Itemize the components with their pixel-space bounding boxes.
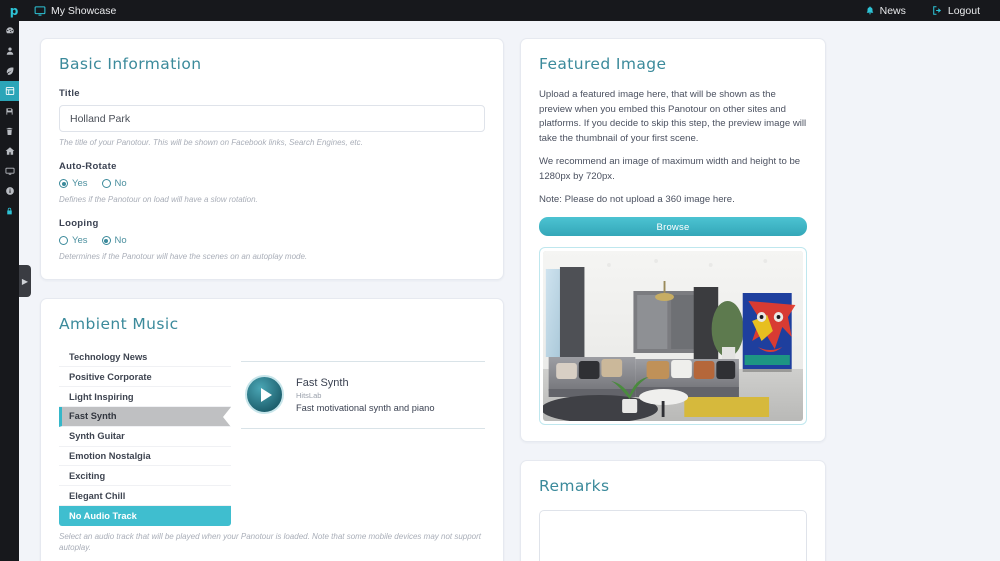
sidebar-item-dashboard[interactable]: [0, 21, 19, 41]
track-list-item[interactable]: Fast Synth: [59, 406, 231, 427]
topbar-actions: News Logout: [859, 0, 1000, 21]
featured-image-card: Featured Image Upload a featured image h…: [520, 38, 826, 443]
auto-rotate-group: Auto-Rotate Yes No Defines if the Panoto…: [59, 161, 485, 205]
ambient-music-hint: Select an audio track that will be playe…: [59, 531, 482, 552]
title-field-hint: The title of your Panotour. This will be…: [59, 138, 363, 147]
logout-icon: [932, 5, 943, 16]
home-icon: [5, 146, 15, 156]
title-input[interactable]: Holland Park: [59, 105, 485, 132]
looping-no[interactable]: No: [101, 235, 127, 247]
living-room-illustration: [543, 251, 803, 422]
featured-image-paragraph-2: We recommend an image of maximum width a…: [539, 156, 801, 182]
showcase-icon: [5, 86, 15, 96]
monitor-icon: [5, 166, 15, 176]
auto-rotate-options: Yes No: [59, 178, 485, 189]
remarks-title: Remarks: [539, 477, 610, 496]
looping-yes-label: Yes: [72, 235, 88, 247]
title-input-value: Holland Park: [70, 112, 131, 125]
track-detail-text: Fast Synth HitsLab Fast motivational syn…: [296, 377, 435, 413]
track-list-item[interactable]: Positive Corporate: [59, 367, 231, 388]
looping-options: Yes No: [59, 235, 485, 246]
browse-button[interactable]: Browse: [539, 217, 807, 237]
monitor-icon: [34, 5, 46, 17]
news-button[interactable]: News: [859, 0, 912, 21]
basic-information-title: Basic Information: [59, 55, 202, 73]
left-sidebar: [0, 21, 19, 561]
remarks-card: Remarks Private. Will not be made public…: [520, 460, 826, 561]
looping-no-label: No: [114, 235, 127, 247]
save-icon: [5, 107, 14, 116]
radio-icon-selected[interactable]: [101, 236, 111, 246]
sidebar-item-trash[interactable]: [0, 121, 19, 141]
left-column: Basic Information Title Holland Park The…: [40, 38, 504, 561]
basic-information-card: Basic Information Title Holland Park The…: [40, 38, 504, 280]
looping-label: Looping: [59, 218, 99, 230]
featured-image-paragraph-3: Note: Please do not upload a 360 image h…: [539, 194, 735, 206]
track-detail-panel: Fast Synth HitsLab Fast motivational syn…: [241, 360, 485, 429]
info-icon: [5, 186, 15, 196]
lock-icon: [5, 206, 14, 216]
auto-rotate-yes[interactable]: Yes: [59, 178, 88, 189]
brand-logo[interactable]: p: [0, 4, 28, 18]
track-list-item[interactable]: No Audio Track: [59, 505, 231, 526]
app-title-group[interactable]: My Showcase: [28, 0, 122, 21]
radio-icon-selected[interactable]: [59, 179, 68, 189]
ambient-music-body: Technology News Positive Corporate Light I…: [59, 347, 485, 526]
remarks-textarea[interactable]: [539, 510, 807, 561]
featured-image-title: Featured Image: [539, 55, 667, 73]
track-list-item[interactable]: Emotion Nostalgia: [59, 446, 231, 467]
auto-rotate-hint: Defines if the Panotour on load will hav…: [59, 195, 258, 205]
app-title: My Showcase: [51, 4, 117, 17]
user-icon: [5, 46, 15, 56]
ambient-music-title: Ambient Music: [59, 314, 179, 333]
sidebar-item-info[interactable]: [0, 181, 19, 201]
radio-icon[interactable]: [59, 236, 68, 246]
chevron-right-icon: ▶: [21, 276, 29, 286]
leaf-icon: [5, 66, 15, 76]
looping-group: Looping Yes No Determines if the Panotou…: [59, 218, 485, 262]
auto-rotate-label: Auto-Rotate: [59, 161, 117, 173]
sidebar-item-security[interactable]: [0, 201, 19, 221]
track-detail-description: Fast motivational synth and piano: [296, 402, 435, 413]
sidebar-item-home[interactable]: [0, 141, 19, 161]
main-content: Basic Information Title Holland Park The…: [19, 21, 1000, 561]
sidebar-collapse-toggle[interactable]: ▶: [19, 265, 31, 297]
track-list-item[interactable]: Elegant Chill: [59, 486, 231, 506]
featured-image-preview: [543, 251, 803, 422]
logout-button[interactable]: Logout: [926, 0, 986, 21]
looping-hint: Determines if the Panotour will have the…: [59, 252, 308, 262]
looping-yes[interactable]: Yes: [59, 235, 88, 246]
right-column: Featured Image Upload a featured image h…: [520, 38, 826, 561]
sidebar-item-account[interactable]: [0, 41, 19, 61]
bell-icon: [865, 5, 875, 16]
trash-icon: [5, 127, 14, 136]
track-list-item[interactable]: Technology News: [59, 347, 231, 368]
track-list-item[interactable]: Synth Guitar: [59, 426, 231, 447]
track-list-item[interactable]: Exciting: [59, 466, 231, 487]
featured-image-preview-frame[interactable]: [539, 247, 807, 426]
auto-rotate-no[interactable]: No: [101, 178, 127, 190]
sidebar-item-media[interactable]: [0, 101, 19, 121]
logout-label: Logout: [947, 4, 980, 17]
auto-rotate-yes-label: Yes: [72, 178, 88, 190]
featured-image-paragraph-1: Upload a featured image here, that will …: [539, 89, 807, 144]
top-navigation-bar: p My Showcase News Logout: [0, 0, 1000, 21]
radio-icon[interactable]: [101, 179, 111, 189]
track-list[interactable]: Technology News Positive Corporate Light I…: [59, 347, 231, 526]
track-detail-artist: HitsLab: [296, 390, 322, 400]
auto-rotate-no-label: No: [114, 178, 127, 190]
sidebar-item-tours[interactable]: [0, 61, 19, 81]
news-label: News: [879, 4, 906, 17]
title-field-label: Title: [59, 88, 80, 99]
play-button[interactable]: [245, 375, 284, 415]
sidebar-item-display[interactable]: [0, 161, 19, 181]
sidebar-item-showcase[interactable]: [0, 81, 19, 101]
play-icon: [261, 387, 272, 402]
track-detail-name: Fast Synth: [296, 376, 349, 389]
dashboard-icon: [5, 26, 15, 36]
ambient-music-card: Ambient Music Technology News Positive Co…: [40, 297, 504, 561]
track-list-item[interactable]: Light Inspiring: [59, 387, 231, 407]
